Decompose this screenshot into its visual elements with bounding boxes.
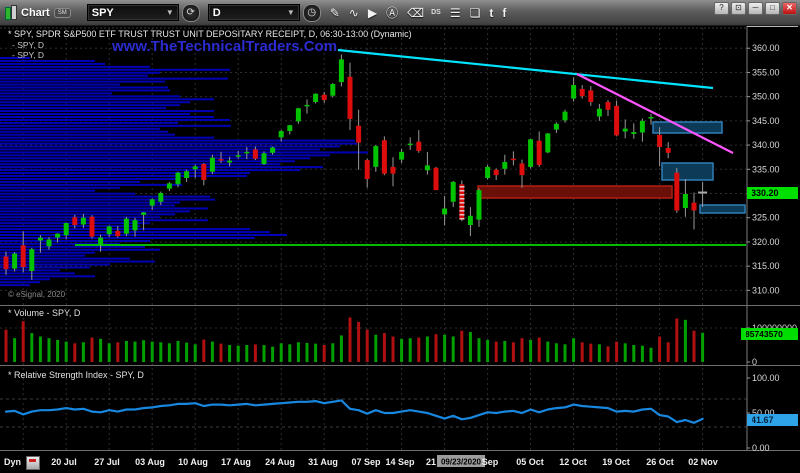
replay-play-icon[interactable]: ▶ bbox=[368, 6, 377, 20]
date-tick-label: 05 Oct bbox=[516, 457, 544, 467]
eraser-icon[interactable]: ⌫ bbox=[407, 6, 424, 20]
auto-annotate-icon[interactable]: Ⓐ bbox=[386, 4, 398, 21]
link-badge: SM bbox=[54, 8, 71, 18]
date-tick-label: 20 Jul bbox=[51, 457, 77, 467]
date-tick-label: 10 Aug bbox=[178, 457, 208, 467]
minimize-button[interactable]: ─ bbox=[748, 2, 763, 15]
interval-input[interactable]: D ▼ bbox=[208, 4, 300, 21]
time-interval-icon[interactable]: ◷ bbox=[303, 4, 321, 22]
chat-bubble-icon[interactable]: ❏ bbox=[470, 6, 481, 20]
twitter-icon[interactable]: t bbox=[489, 6, 493, 20]
time-template-icon[interactable] bbox=[26, 456, 40, 470]
symbol-lookup-icon[interactable]: ⟳ bbox=[182, 4, 200, 22]
rsi-panel-label: * Relative Strength Index - SPY, D bbox=[8, 370, 144, 380]
axis-tick-label: 0 bbox=[752, 357, 757, 367]
restore-button[interactable]: ⊡ bbox=[731, 2, 746, 15]
close-button[interactable]: ✕ bbox=[782, 2, 797, 15]
axis-tick-label: 310.00 bbox=[752, 285, 780, 295]
esignal-chart-window: Chart SM SPY ▼ ⟳ D ▼ ◷ ✎ ∿ ▶ Ⓐ ⌫ DS ☰ ❏ … bbox=[0, 0, 800, 473]
window-title: Chart bbox=[21, 7, 50, 19]
axis-tick-label: 360.00 bbox=[752, 43, 780, 53]
date-tick-label: Sep bbox=[482, 457, 499, 467]
toolbar: Chart SM SPY ▼ ⟳ D ▼ ◷ ✎ ∿ ▶ Ⓐ ⌫ DS ☰ ❏ … bbox=[0, 0, 800, 26]
legend-spy-2: - SPY, D bbox=[12, 50, 44, 60]
axis-tick-label: 315.00 bbox=[752, 261, 780, 271]
ds-label: DS bbox=[431, 9, 441, 16]
date-tick-label: 17 Aug bbox=[221, 457, 251, 467]
axis-tick-label: 325.00 bbox=[752, 213, 780, 223]
legend-spy-1: - SPY, D bbox=[12, 40, 44, 50]
chart-canvas[interactable]: 360.00 355.00 350.00 345.00 340.00 335.00 325.… bbox=[0, 0, 800, 473]
date-tick-label: 14 Sep bbox=[385, 457, 415, 467]
last-volume-badge: 85743570 bbox=[741, 328, 798, 340]
date-tick-label: 27 Jul bbox=[94, 457, 120, 467]
date-tick-label: 21 bbox=[426, 457, 436, 467]
axis-tick-label: 100.00 bbox=[752, 373, 780, 383]
dyn-mode-label[interactable]: Dyn bbox=[4, 457, 21, 467]
last-rsi-badge: 41.67 bbox=[747, 414, 798, 426]
symbol-value: SPY bbox=[92, 7, 114, 19]
volume-profile bbox=[0, 57, 368, 286]
axis-tick-label: 340.00 bbox=[752, 140, 780, 150]
date-tick-label: 12 Oct bbox=[559, 457, 587, 467]
copyright-esignal: © eSignal, 2020 bbox=[8, 290, 65, 299]
symbol-input[interactable]: SPY ▼ bbox=[87, 4, 179, 21]
date-tick-label: 03 Aug bbox=[135, 457, 165, 467]
cyan-trendline bbox=[338, 50, 713, 88]
resistance-box-maroon bbox=[478, 186, 672, 198]
date-tick-label: 24 Aug bbox=[265, 457, 295, 467]
draw-pencil-icon[interactable]: ✎ bbox=[330, 6, 340, 20]
facebook-icon[interactable]: f bbox=[502, 6, 506, 20]
chevron-down-icon[interactable]: ▼ bbox=[287, 8, 295, 17]
date-tick-label: 07 Sep bbox=[351, 457, 381, 467]
axis-tick-label: 335.00 bbox=[752, 164, 780, 174]
rsi-line bbox=[6, 400, 703, 422]
axis-tick-label: 320.00 bbox=[752, 237, 780, 247]
help-button[interactable]: ? bbox=[714, 2, 729, 15]
axis-tick-label: 355.00 bbox=[752, 67, 780, 77]
support-box-blue-small bbox=[700, 205, 745, 213]
highlighted-date-label: 09/23/2020 bbox=[441, 458, 482, 467]
price-axis: 360.00 355.00 350.00 345.00 340.00 335.00 325.… bbox=[747, 43, 797, 453]
chart-window-icon bbox=[5, 5, 16, 20]
window-controls: ? ⊡ ─ □ ✕ bbox=[712, 2, 797, 15]
date-tick-label: 31 Aug bbox=[308, 457, 338, 467]
last-price-badge: 330.20 bbox=[747, 187, 798, 199]
supply-box-blue-upper bbox=[653, 122, 722, 133]
date-tick-label: 02 Nov bbox=[688, 457, 718, 467]
date-axis: 20 Jul 27 Jul 03 Aug 10 Aug 17 Aug 24 Aug 31 A… bbox=[0, 451, 800, 473]
maximize-button[interactable]: □ bbox=[765, 2, 780, 15]
date-tick-label: 19 Oct bbox=[602, 457, 630, 467]
chevron-down-icon[interactable]: ▼ bbox=[166, 8, 174, 17]
axis-tick-label: 345.00 bbox=[752, 116, 780, 126]
supply-box-blue-mid bbox=[662, 163, 713, 180]
volume-panel-label: * Volume - SPY, D bbox=[8, 308, 80, 318]
date-tick-label: 26 Oct bbox=[646, 457, 674, 467]
layout-panel-icon[interactable]: ☰ bbox=[450, 6, 461, 20]
trendline-tool-icon[interactable]: ∿ bbox=[349, 6, 359, 20]
watermark-link[interactable]: www.TheTechnicalTraders.Com bbox=[112, 38, 337, 55]
axis-tick-label: 350.00 bbox=[752, 92, 780, 102]
interval-value: D bbox=[213, 7, 221, 19]
